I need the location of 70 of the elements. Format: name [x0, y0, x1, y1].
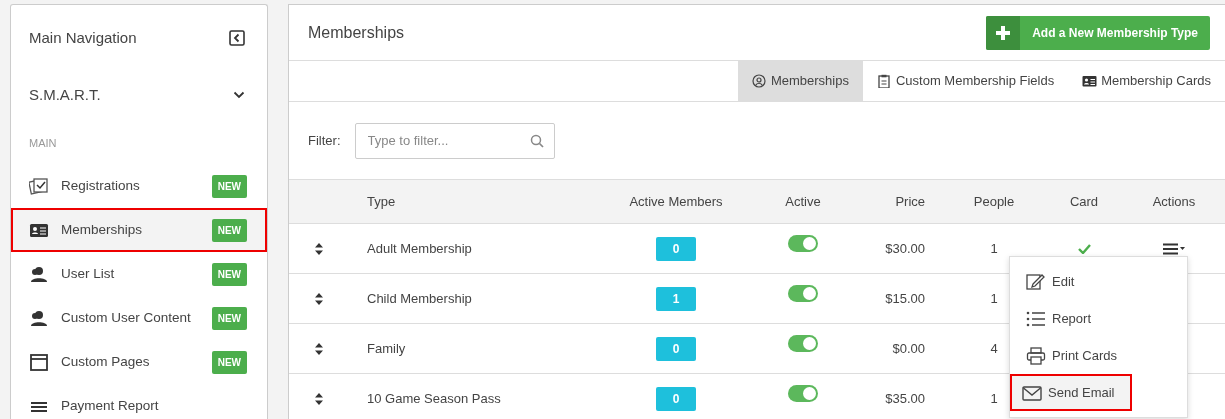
column-header: Type: [367, 193, 396, 209]
table-cell: $30.00: [885, 240, 925, 256]
sort-handle-icon[interactable]: [315, 292, 323, 305]
users-icon: [29, 309, 49, 327]
id-card-icon: [1082, 74, 1098, 88]
organization-name[interactable]: S.M.A.R.T.: [29, 83, 101, 107]
table-cell-text: 1: [990, 239, 998, 258]
sort-handle-icon[interactable]: [315, 242, 323, 255]
tab[interactable]: Custom Membership Fields: [862, 61, 1069, 101]
column-header: Price: [895, 193, 925, 209]
collapse-icon[interactable]: [229, 30, 245, 46]
section-label: MAIN: [28, 136, 58, 151]
sidebar-item[interactable]: Custom Pages NEW: [11, 340, 267, 384]
id-card-icon: [29, 221, 49, 239]
user-circle-icon: [751, 74, 767, 88]
new-badge: NEW: [211, 306, 247, 330]
new-badge: NEW: [211, 174, 247, 198]
table-cell-text: 1: [990, 389, 998, 408]
tab[interactable]: Membership Cards: [1068, 61, 1225, 101]
window-icon: [29, 353, 49, 371]
sidebar-item[interactable]: Payment Report: [11, 384, 267, 419]
column-header: Actions: [1152, 192, 1196, 211]
tab[interactable]: Memberships: [737, 61, 863, 101]
printer-icon: [1026, 345, 1046, 366]
count-badge: 0: [656, 386, 696, 411]
table-cell: Child Membership: [367, 290, 472, 306]
filter-label: Filter:: [308, 131, 341, 150]
column-header: Active: [785, 192, 821, 211]
sidebar-title: Main Navigation: [29, 27, 137, 48]
column-header: Card: [1069, 192, 1099, 211]
new-badge: NEW: [211, 350, 247, 374]
table-cell: $15.00: [885, 290, 925, 306]
sort-handle-icon[interactable]: [315, 392, 323, 405]
dropdown-item[interactable]: Send Email: [1010, 374, 1132, 411]
users-icon: [29, 265, 49, 283]
count-badge: 1: [656, 286, 696, 311]
table-cell-text: 1: [990, 289, 998, 308]
active-toggle[interactable]: [788, 335, 818, 352]
active-toggle[interactable]: [788, 385, 818, 402]
search-icon: [529, 133, 544, 148]
active-toggle[interactable]: [788, 285, 818, 302]
sidebar-item[interactable]: Memberships NEW: [11, 208, 267, 252]
dropdown-item[interactable]: Edit: [1010, 263, 1187, 300]
column-header: Active Members: [629, 192, 723, 211]
sidebar-item[interactable]: User List NEW: [11, 252, 267, 296]
table-cell: $35.00: [885, 390, 925, 406]
filter-field[interactable]: Type to filter...: [354, 122, 555, 159]
clipboard-icon: [876, 74, 892, 88]
dropdown-item[interactable]: Print Cards: [1010, 337, 1187, 374]
column-header: People: [973, 192, 1015, 211]
active-toggle[interactable]: [788, 235, 818, 252]
table-cell: Adult Membership: [367, 240, 472, 256]
count-badge: 0: [656, 236, 696, 261]
chevron-down-icon[interactable]: [233, 91, 245, 99]
count-badge: 0: [656, 336, 696, 361]
sort-handle-icon[interactable]: [315, 342, 323, 355]
registrations-icon: [29, 177, 49, 195]
table-cell: 10 Game Season Pass: [367, 390, 501, 406]
menu-icon[interactable]: [1163, 242, 1185, 255]
edit-icon: [1026, 271, 1046, 292]
page-title: Memberships: [308, 22, 405, 43]
table-cell: Family: [367, 340, 406, 356]
sidebar-item[interactable]: Registrations NEW: [11, 164, 267, 208]
table-cell: $0.00: [892, 340, 925, 356]
new-badge: NEW: [211, 218, 247, 242]
new-badge: NEW: [211, 262, 247, 286]
sidebar-item[interactable]: Custom User Content NEW: [11, 296, 267, 340]
plus-icon: [996, 25, 1011, 40]
dropdown-item[interactable]: Report: [1010, 300, 1187, 337]
table-cell-text: 4: [990, 339, 998, 358]
